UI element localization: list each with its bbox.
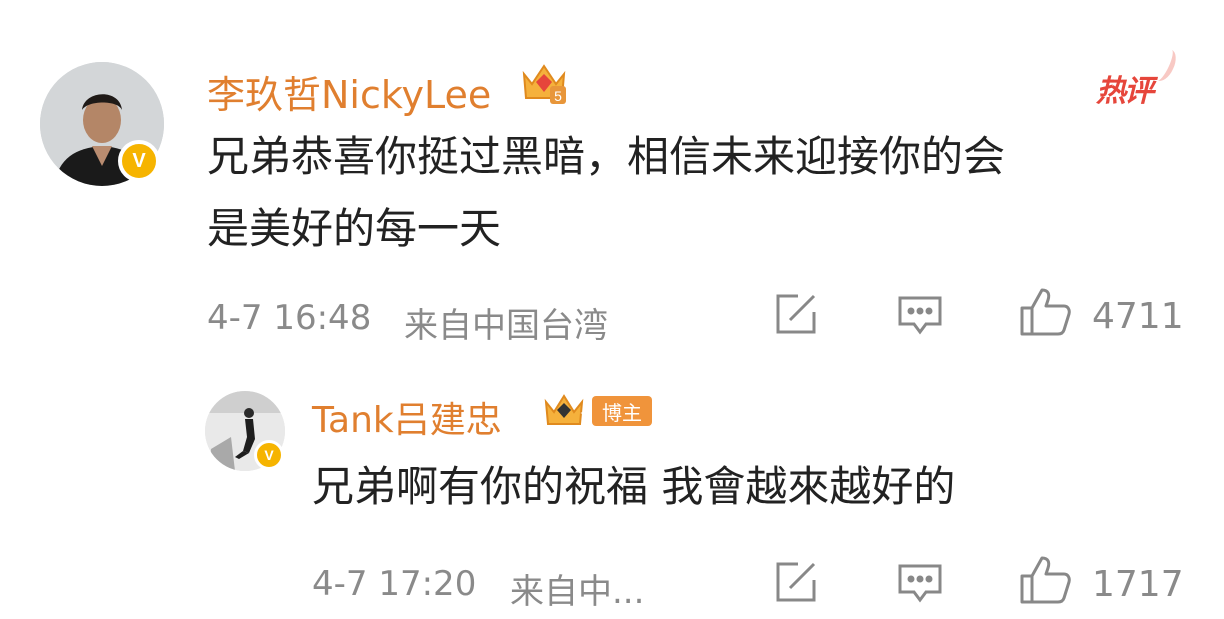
blogger-badge: 博主 bbox=[592, 396, 652, 426]
like-count: 4711 bbox=[1092, 296, 1184, 337]
hot-comment-tag: 热评 bbox=[1096, 45, 1181, 109]
reply-like-count: 1717 bbox=[1092, 564, 1184, 605]
reply-text: 兄弟啊有你的祝福 我會越來越好的 bbox=[312, 462, 956, 511]
comment-icon[interactable] bbox=[896, 294, 944, 342]
comment-text-line2: 是美好的每一天 bbox=[207, 204, 502, 253]
reply-crown-icon: 7 bbox=[542, 392, 592, 434]
reply-like-icon[interactable] bbox=[1018, 554, 1074, 610]
reply-location: 来自中... bbox=[510, 572, 645, 612]
username[interactable]: 李玖哲NickyLee bbox=[207, 64, 491, 119]
reply-verified-icon: V bbox=[254, 440, 284, 470]
like-icon[interactable] bbox=[1018, 286, 1074, 342]
hot-comment-label: 热评 bbox=[1096, 74, 1154, 109]
flame-icon bbox=[1148, 45, 1181, 85]
comment-time: 4-7 16:48 bbox=[207, 298, 372, 338]
share-icon[interactable] bbox=[772, 292, 820, 342]
crown-icon: 5 bbox=[520, 60, 568, 110]
comment-location: 来自中国台湾 bbox=[404, 306, 608, 346]
level-label: 5 bbox=[554, 88, 562, 104]
reply-share-icon[interactable] bbox=[772, 560, 820, 610]
reply-level-label: 7 bbox=[580, 409, 588, 425]
reply-username[interactable]: Tank吕建忠 bbox=[312, 391, 502, 443]
reply-comment-icon[interactable] bbox=[896, 562, 944, 610]
reply-time: 4-7 17:20 bbox=[312, 564, 477, 604]
verified-icon: V bbox=[118, 140, 160, 182]
comment-text-line1: 兄弟恭喜你挺过黑暗，相信未来迎接你的会 bbox=[207, 132, 1006, 181]
